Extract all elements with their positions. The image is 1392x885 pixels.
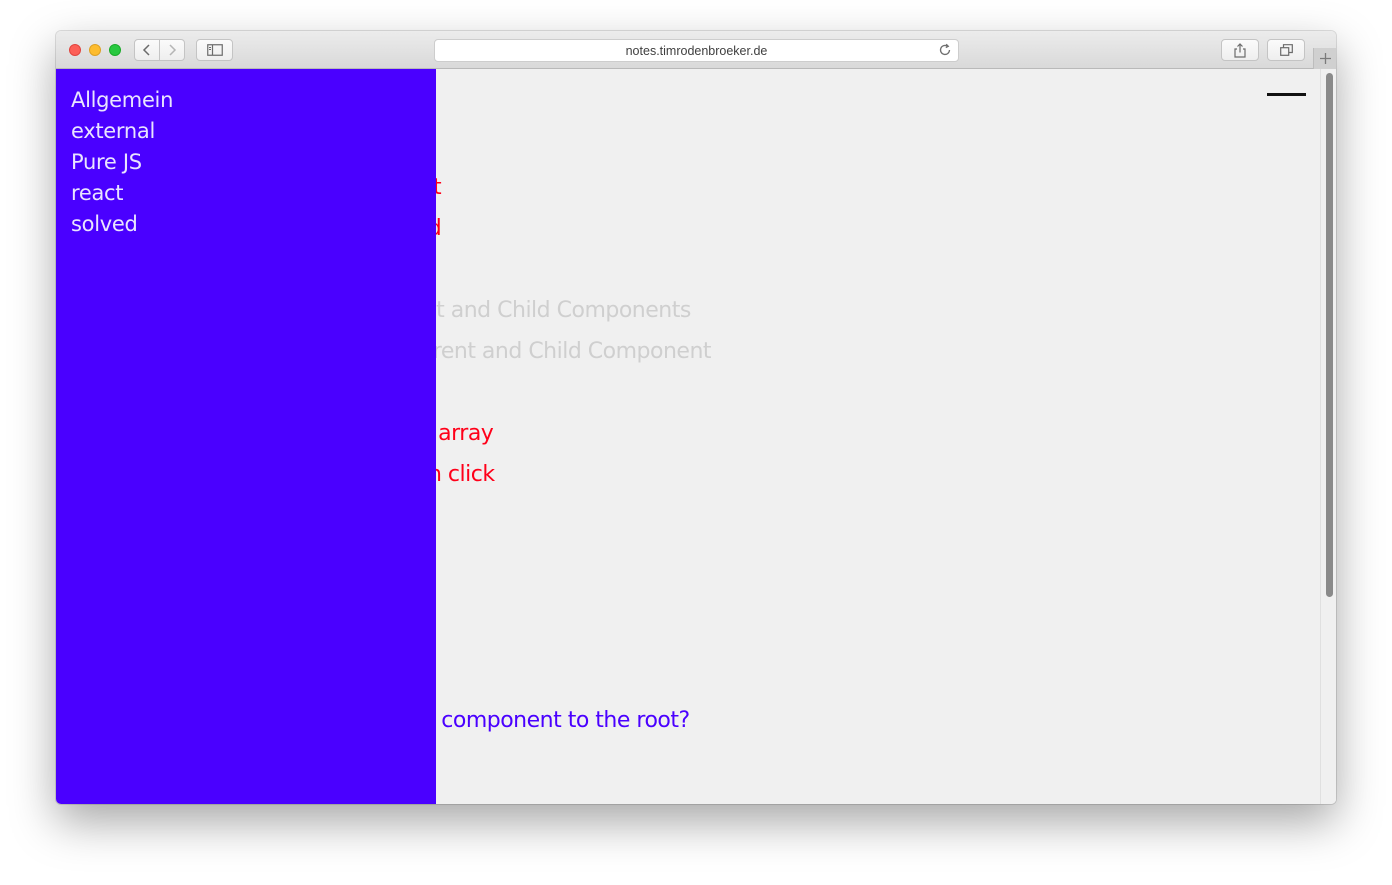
category-link[interactable]: react (71, 178, 173, 209)
history-navigation (134, 39, 185, 61)
plus-icon (1319, 53, 1331, 64)
address-bar[interactable]: notes.timrodenbroeker.de (434, 39, 959, 62)
share-button[interactable] (1221, 39, 1259, 61)
sidebar-icon (206, 44, 223, 56)
new-tab-button[interactable] (1313, 48, 1336, 69)
category-link[interactable]: Pure JS (71, 147, 173, 178)
show-tabs-button[interactable] (1267, 39, 1305, 61)
browser-window: notes.timrodenbroeker.de ssing data from… (56, 31, 1336, 804)
forward-button[interactable] (159, 39, 185, 61)
close-window-button[interactable] (69, 44, 81, 56)
url-text: notes.timrodenbroeker.de (625, 43, 768, 58)
minimize-window-button[interactable] (89, 44, 101, 56)
chevron-left-icon (142, 44, 150, 56)
category-link[interactable]: external (71, 116, 173, 147)
browser-toolbar: notes.timrodenbroeker.de (56, 31, 1336, 69)
category-list: Allgemein external Pure JS react solved (71, 85, 173, 240)
zoom-window-button[interactable] (109, 44, 121, 56)
vertical-scrollbar[interactable] (1320, 69, 1336, 804)
page-viewport: ssing data from Child to Parentssing dat… (56, 69, 1336, 804)
category-link[interactable]: solved (71, 209, 173, 240)
share-icon (1234, 42, 1246, 58)
scrollbar-thumb[interactable] (1326, 73, 1333, 597)
reload-icon[interactable] (938, 43, 952, 57)
category-menu-panel: Allgemein external Pure JS react solved (56, 69, 436, 804)
chevron-right-icon (169, 44, 176, 56)
tabs-icon (1279, 44, 1293, 56)
back-button[interactable] (134, 39, 160, 61)
sidebar-toggle-button[interactable] (196, 39, 233, 61)
category-link[interactable]: Allgemein (71, 85, 173, 116)
menu-toggle-button[interactable] (1267, 93, 1306, 96)
